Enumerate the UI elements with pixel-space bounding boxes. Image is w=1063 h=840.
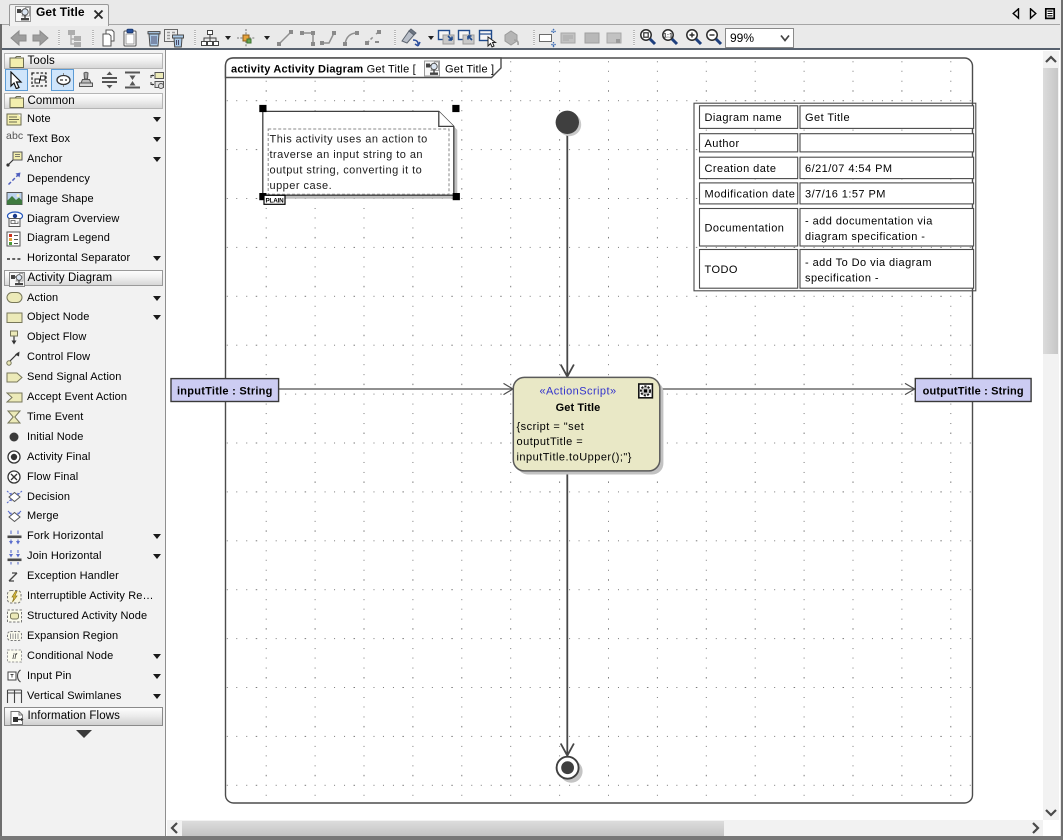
svg-text:outputTitle =: outputTitle = xyxy=(517,436,584,448)
svg-text:«ActionScript»: «ActionScript» xyxy=(539,386,616,398)
svg-text:Author: Author xyxy=(705,138,740,150)
svg-text:{script = "set: {script = "set xyxy=(517,421,585,433)
svg-text:Get Title ]: Get Title ] xyxy=(445,64,494,76)
svg-text:inputTitle.toUpper();"}: inputTitle.toUpper();"} xyxy=(517,451,632,463)
svg-text:Get Title: Get Title xyxy=(805,112,850,124)
svg-text:1:1: 1:1 xyxy=(663,33,673,40)
svg-text:Documentation: Documentation xyxy=(705,223,785,235)
svg-text:output string, converting it t: output string, converting it to xyxy=(270,165,423,177)
svg-text:Modification date: Modification date xyxy=(705,188,796,200)
svg-text:TODO: TODO xyxy=(705,264,738,276)
svg-text:PLAIN: PLAIN xyxy=(266,197,285,204)
svg-text:outputTitle : String: outputTitle : String xyxy=(923,385,1024,397)
svg-text:- add To Do via diagram: - add To Do via diagram xyxy=(805,257,932,269)
svg-text:- add documentation via: - add documentation via xyxy=(805,216,933,228)
svg-text:inputTitle : String: inputTitle : String xyxy=(177,385,273,397)
svg-text:6/21/07 4:54 PM: 6/21/07 4:54 PM xyxy=(805,163,892,175)
svg-text:3/7/16 1:57 PM: 3/7/16 1:57 PM xyxy=(805,188,886,200)
svg-text:activity Activity Diagram Get: activity Activity Diagram Get Title [ xyxy=(231,64,416,76)
svg-text:specification -: specification - xyxy=(805,273,879,285)
svg-text:diagram specification -: diagram specification - xyxy=(805,231,925,243)
svg-text:Creation date: Creation date xyxy=(705,163,777,175)
svg-text:Get Title: Get Title xyxy=(556,402,601,414)
svg-text:upper case.: upper case. xyxy=(270,180,333,192)
svg-text:This activity uses an action t: This activity uses an action to xyxy=(270,133,428,145)
svg-text:traverse an input string to an: traverse an input string to an xyxy=(270,149,424,161)
svg-text:Diagram name: Diagram name xyxy=(705,112,783,124)
